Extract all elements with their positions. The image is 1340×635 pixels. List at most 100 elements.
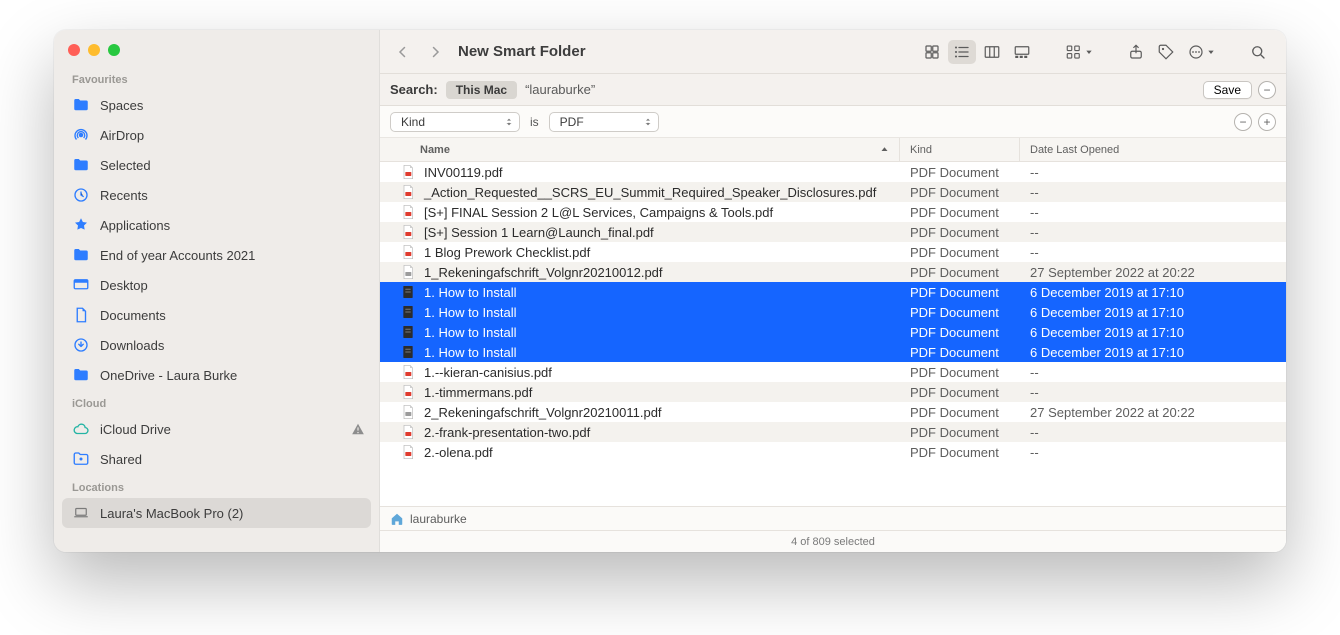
search-button[interactable] — [1244, 40, 1272, 64]
sidebar-item[interactable]: Desktop — [54, 270, 379, 300]
table-row[interactable]: 2_Rekeningafschrift_Volgnr20210011.pdfPD… — [380, 402, 1286, 422]
add-criteria-button[interactable]: + — [1258, 113, 1276, 131]
column-header-kind-label: Kind — [910, 144, 932, 156]
table-row[interactable]: 1. How to InstallPDF Document6 December … — [380, 282, 1286, 302]
zoom-window-button[interactable] — [108, 44, 120, 56]
remove-criteria-button[interactable]: − — [1234, 113, 1252, 131]
table-row[interactable]: INV00119.pdfPDF Document-- — [380, 162, 1286, 182]
search-label: Search: — [390, 82, 438, 97]
column-header-date[interactable]: Date Last Opened — [1020, 138, 1286, 161]
file-kind: PDF Document — [900, 185, 1020, 200]
sidebar-item-label: Laura's MacBook Pro (2) — [100, 506, 243, 521]
table-row[interactable]: 1.--kieran-canisius.pdfPDF Document-- — [380, 362, 1286, 382]
file-kind: PDF Document — [900, 445, 1020, 460]
folder-icon — [72, 156, 90, 174]
table-row[interactable]: [S+] FINAL Session 2 L@L Services, Campa… — [380, 202, 1286, 222]
criteria-attribute-popup[interactable]: Kind — [390, 112, 520, 132]
nav-back-button[interactable] — [390, 39, 416, 65]
folder-icon — [72, 366, 90, 384]
file-date-opened: -- — [1020, 225, 1286, 240]
sidebar-item[interactable]: End of year Accounts 2021 — [54, 240, 379, 270]
sidebar-item[interactable]: Shared — [54, 444, 379, 474]
sidebar-item[interactable]: Downloads — [54, 330, 379, 360]
sidebar-item-label: Downloads — [100, 338, 164, 353]
file-date-opened: -- — [1020, 185, 1286, 200]
column-header-kind[interactable]: Kind — [900, 138, 1020, 161]
file-name: [S+] Session 1 Learn@Launch_final.pdf — [424, 225, 654, 240]
sidebar-item[interactable]: Recents — [54, 180, 379, 210]
sidebar-item[interactable]: Spaces — [54, 90, 379, 120]
sidebar-item[interactable]: Documents — [54, 300, 379, 330]
sidebar-item-label: Applications — [100, 218, 170, 233]
table-row[interactable]: 1_Rekeningafschrift_Volgnr20210012.pdfPD… — [380, 262, 1286, 282]
file-icon — [400, 304, 416, 320]
file-name: 2.-olena.pdf — [424, 445, 493, 460]
file-kind: PDF Document — [900, 265, 1020, 280]
sidebar-item-label: AirDrop — [100, 128, 144, 143]
file-date-opened: 6 December 2019 at 17:10 — [1020, 285, 1286, 300]
group-by-button[interactable] — [1060, 40, 1098, 64]
close-window-button[interactable] — [68, 44, 80, 56]
table-row[interactable]: 2.-frank-presentation-two.pdfPDF Documen… — [380, 422, 1286, 442]
table-row[interactable]: 1 Blog Prework Checklist.pdfPDF Document… — [380, 242, 1286, 262]
scope-this-mac[interactable]: This Mac — [446, 81, 517, 99]
file-date-opened: -- — [1020, 165, 1286, 180]
airdrop-icon — [72, 126, 90, 144]
file-kind: PDF Document — [900, 365, 1020, 380]
minimize-window-button[interactable] — [88, 44, 100, 56]
scope-user-folder[interactable]: “lauraburke” — [525, 82, 595, 97]
more-actions-button[interactable] — [1182, 40, 1220, 64]
table-row[interactable]: 2.-olena.pdfPDF Document-- — [380, 442, 1286, 462]
nav-forward-button[interactable] — [422, 39, 448, 65]
table-row[interactable]: 1.-timmermans.pdfPDF Document-- — [380, 382, 1286, 402]
icon-view-button[interactable] — [918, 40, 946, 64]
sidebar-item[interactable]: Laura's MacBook Pro (2) — [62, 498, 371, 528]
save-search-button[interactable]: Save — [1203, 81, 1252, 99]
search-criteria-bar: Kind is PDF − + — [380, 106, 1286, 138]
sidebar-item[interactable]: Selected — [54, 150, 379, 180]
sidebar-item-label: Recents — [100, 188, 148, 203]
file-icon — [400, 264, 416, 280]
table-row[interactable]: 1. How to InstallPDF Document6 December … — [380, 322, 1286, 342]
column-header-name[interactable]: Name — [380, 138, 900, 161]
criteria-attribute-value: Kind — [401, 115, 425, 129]
sidebar-item[interactable]: Applications — [54, 210, 379, 240]
file-date-opened: -- — [1020, 365, 1286, 380]
sidebar-item[interactable]: AirDrop — [54, 120, 379, 150]
toolbar: New Smart Folder — [380, 30, 1286, 74]
gallery-view-button[interactable] — [1008, 40, 1036, 64]
remove-scope-button[interactable]: − — [1258, 81, 1276, 99]
file-name: 1.-timmermans.pdf — [424, 385, 532, 400]
sidebar-item-label: Shared — [100, 452, 142, 467]
file-name: INV00119.pdf — [424, 165, 503, 180]
file-date-opened: -- — [1020, 385, 1286, 400]
list-view-button[interactable] — [948, 40, 976, 64]
sidebar-item[interactable]: iCloud Drive — [54, 414, 379, 444]
file-kind: PDF Document — [900, 345, 1020, 360]
criteria-value-popup[interactable]: PDF — [549, 112, 659, 132]
file-icon — [400, 324, 416, 340]
window-title: New Smart Folder — [458, 43, 586, 60]
sidebar-item-label: Selected — [100, 158, 151, 173]
file-icon — [400, 444, 416, 460]
tags-button[interactable] — [1152, 40, 1180, 64]
share-button[interactable] — [1122, 40, 1150, 64]
sidebar-item[interactable]: OneDrive - Laura Burke — [54, 360, 379, 390]
column-view-button[interactable] — [978, 40, 1006, 64]
file-icon — [400, 184, 416, 200]
file-icon — [400, 424, 416, 440]
file-icon — [400, 224, 416, 240]
table-row[interactable]: 1. How to InstallPDF Document6 December … — [380, 302, 1286, 322]
file-date-opened: 27 September 2022 at 20:22 — [1020, 265, 1286, 280]
path-location[interactable]: lauraburke — [410, 512, 467, 526]
table-row[interactable]: _Action_Requested__SCRS_EU_Summit_Requir… — [380, 182, 1286, 202]
file-kind: PDF Document — [900, 225, 1020, 240]
file-icon — [400, 204, 416, 220]
table-row[interactable]: [S+] Session 1 Learn@Launch_final.pdf PDF… — [380, 222, 1286, 242]
file-date-opened: 6 December 2019 at 17:10 — [1020, 325, 1286, 340]
file-date-opened: -- — [1020, 425, 1286, 440]
file-name: 1 Blog Prework Checklist.pdf — [424, 245, 590, 260]
table-row[interactable]: 1. How to InstallPDF Document6 December … — [380, 342, 1286, 362]
window-controls — [54, 40, 379, 66]
file-name: 1. How to Install — [424, 345, 517, 360]
